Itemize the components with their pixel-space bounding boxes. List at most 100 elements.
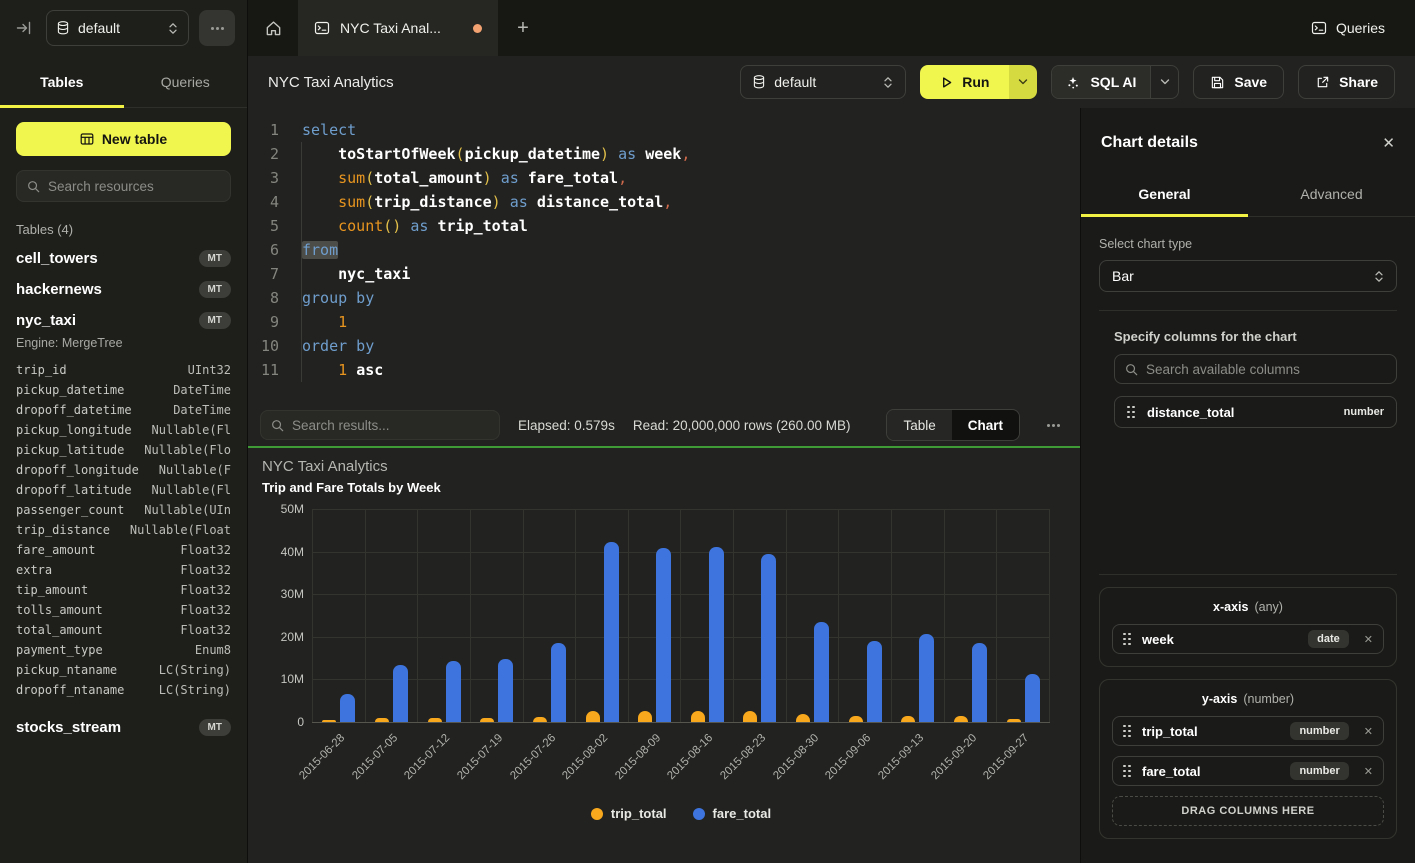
code-line[interactable]: sum(total_amount) as fare_total, [302,166,1080,190]
legend-item-trip_total[interactable]: trip_total [591,806,667,821]
sidebar-more-button[interactable] [199,10,235,46]
chart-bar-trip_total[interactable] [533,717,547,722]
query-header: NYC Taxi Analytics default Run [248,56,1415,108]
run-database-selector[interactable]: default [740,65,906,99]
sql-editor[interactable]: 1234567891011 select toStartOfWeek(picku… [248,108,1080,404]
code-line[interactable]: 1 [302,310,1080,334]
chart-bar-trip_total[interactable] [586,711,600,723]
search-results-input[interactable]: Search results... [260,410,500,440]
table-item-hackernews[interactable]: hackernews MT [0,274,247,305]
code-line[interactable]: sum(trip_distance) as distance_total, [302,190,1080,214]
tab-general[interactable]: General [1081,172,1248,216]
chart-bar-fare_total[interactable] [867,641,882,722]
drop-zone[interactable]: DRAG COLUMNS HERE [1112,796,1384,826]
chart-bar-trip_total[interactable] [322,720,336,722]
share-button[interactable]: Share [1298,65,1395,99]
chart-bar-trip_total[interactable] [1007,719,1021,722]
drag-handle-icon[interactable] [1123,765,1131,778]
view-table-button[interactable]: Table [887,410,951,440]
chart-bar-fare_total[interactable] [340,694,355,722]
chart-bar-trip_total[interactable] [375,718,389,722]
database-selector[interactable]: default [46,10,189,46]
sql-ai-caret[interactable] [1150,66,1178,98]
database-selector-value: default [78,20,120,36]
chart-bar-fare_total[interactable] [551,643,566,722]
chart-type-select[interactable]: Bar [1099,260,1397,292]
chart-bar-trip_total[interactable] [954,716,968,722]
chart-bar-fare_total[interactable] [446,661,461,722]
chart-bar-fare_total[interactable] [761,554,776,722]
available-column-row[interactable]: distance_totalnumber [1114,396,1397,428]
queries-button[interactable]: Queries [1311,20,1385,36]
remove-column-icon[interactable]: ✕ [1364,633,1373,646]
table-item-stocks-stream[interactable]: stocks_stream MT [0,712,247,743]
run-options-caret[interactable] [1009,65,1037,99]
sidebar-tab-tables[interactable]: Tables [0,56,124,107]
y-axis-box: y-axis(number) trip_totalnumber✕fare_tot… [1099,679,1397,839]
tab-advanced-label: Advanced [1300,186,1362,202]
chart-bar-fare_total[interactable] [972,643,987,722]
column-name: total_amount [16,620,103,640]
code-line[interactable]: count() as trip_total [302,214,1080,238]
search-columns-input[interactable]: Search available columns [1114,354,1397,384]
new-tab-button[interactable]: + [498,0,548,56]
chart-bar-fare_total[interactable] [709,547,724,723]
search-resources-input[interactable]: Search resources [16,170,231,202]
save-button[interactable]: Save [1193,65,1284,99]
code-line[interactable]: toStartOfWeek(pickup_datetime) as week, [302,142,1080,166]
code-line[interactable]: nyc_taxi [302,262,1080,286]
x-axis-label: 2015-07-19 [455,732,505,782]
chart-bar-trip_total[interactable] [428,718,442,722]
chart-bar-fare_total[interactable] [393,665,408,722]
tab-advanced[interactable]: Advanced [1248,172,1415,216]
chart-bar-trip_total[interactable] [743,711,757,722]
chart-bar-fare_total[interactable] [1025,674,1040,722]
chart-bar-trip_total[interactable] [849,716,863,722]
code-line[interactable]: from [302,238,1080,262]
editor-code[interactable]: select toStartOfWeek(pickup_datetime) as… [292,118,1080,404]
new-table-button[interactable]: New table [16,122,231,156]
legend-item-fare_total[interactable]: fare_total [693,806,772,821]
drag-handle-icon[interactable] [1123,633,1131,646]
run-button[interactable]: Run [920,65,1009,99]
sql-ai-button[interactable]: SQL AI [1052,66,1150,98]
results-more-button[interactable] [1038,424,1068,427]
axis-column-name: trip_total [1142,724,1279,739]
code-line[interactable]: 1 asc [302,358,1080,382]
code-line[interactable]: order by [302,334,1080,358]
share-label: Share [1339,74,1378,90]
collapse-sidebar-icon[interactable] [12,20,36,36]
axis-column-row[interactable]: fare_totalnumber✕ [1112,756,1384,786]
code-line[interactable]: group by [302,286,1080,310]
drag-handle-icon[interactable] [1127,406,1135,419]
chart-bar-fare_total[interactable] [656,548,671,722]
chart-bar-trip_total[interactable] [480,718,494,722]
view-chart-button[interactable]: Chart [952,410,1019,440]
sidebar-top-bar: default [0,0,248,56]
query-tab[interactable]: NYC Taxi Anal... [298,0,498,56]
chart-bar-fare_total[interactable] [814,622,829,722]
remove-column-icon[interactable]: ✕ [1364,765,1373,778]
drag-handle-icon[interactable] [1123,725,1131,738]
remove-column-icon[interactable]: ✕ [1364,725,1373,738]
axis-column-row[interactable]: weekdate✕ [1112,624,1384,654]
chart-bar-fare_total[interactable] [604,542,619,722]
chart-title: NYC Taxi Analytics [262,458,1064,475]
code-line[interactable]: select [302,118,1080,142]
chart-bar-trip_total[interactable] [796,714,810,722]
chart-bar-trip_total[interactable] [901,716,915,722]
sidebar-tab-queries-label: Queries [161,74,210,90]
chart-bar-fare_total[interactable] [919,634,934,722]
new-table-label: New table [102,131,167,147]
chart-subtitle: Trip and Fare Totals by Week [262,480,1064,495]
table-item-cell-towers[interactable]: cell_towers MT [0,243,247,274]
chart-bar-trip_total[interactable] [638,711,652,722]
chart-bar-trip_total[interactable] [691,711,705,723]
home-button[interactable] [248,0,298,56]
chart-bar-fare_total[interactable] [498,659,513,722]
sidebar-tab-queries[interactable]: Queries [124,56,248,107]
chart-plot: 50M40M30M20M10M0 2015-06-282015-07-05201… [312,509,1050,722]
close-icon[interactable]: ✕ [1382,134,1395,152]
table-item-nyc-taxi[interactable]: nyc_taxi MT [0,305,247,336]
axis-column-row[interactable]: trip_totalnumber✕ [1112,716,1384,746]
